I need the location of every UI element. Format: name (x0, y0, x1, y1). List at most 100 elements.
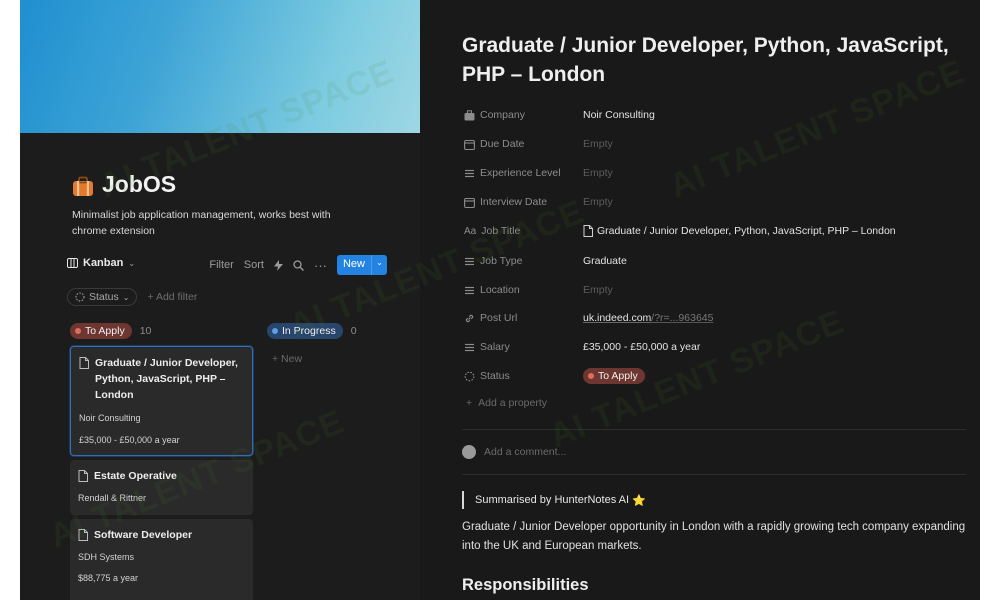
property-value[interactable]: Empty (583, 138, 613, 150)
property-value[interactable]: Graduate / Junior Developer, Python, Jav… (583, 225, 896, 237)
card-title-text: Graduate / Junior Developer, Python, Jav… (95, 357, 238, 401)
page-title: JobOS (102, 171, 177, 197)
text-icon: Aa (464, 225, 477, 237)
status-filter-chip[interactable]: Status ⌄ (67, 288, 138, 306)
section-heading: Responsibilities (462, 576, 589, 594)
view-label: Kanban (83, 257, 124, 269)
property-interview-date[interactable]: Interview Date Empty (464, 192, 934, 212)
list-icon (465, 343, 474, 351)
property-salary[interactable]: Salary £35,000 - £50,000 a year (464, 337, 934, 357)
card-salary: $88,775 a year (78, 573, 139, 583)
view-switcher[interactable]: Kanban ⌄ (67, 257, 135, 269)
comment-input[interactable]: Add a comment... (462, 445, 566, 459)
card-title: Software Developer (78, 527, 245, 543)
new-button-label: New (342, 258, 365, 270)
status-badge[interactable]: To Apply (583, 368, 645, 384)
card-salary: £35,000 - £50,000 a year (79, 435, 180, 445)
property-name: Job Type (480, 255, 523, 267)
summary-label: Summarised by HunterNotes AI (475, 494, 630, 506)
page-description: Minimalist job application management, w… (72, 209, 331, 237)
list-icon (465, 257, 474, 265)
property-name: Company (480, 109, 525, 121)
property-name: Location (480, 284, 520, 296)
avatar (462, 445, 476, 459)
property-value[interactable]: Empty (583, 196, 613, 208)
job-card[interactable]: Software Developer SDH Systems $88,775 a… (70, 519, 253, 600)
filter-button[interactable]: Filter (209, 259, 233, 271)
status-badge[interactable]: To Apply (70, 323, 132, 339)
property-experience-level[interactable]: Experience Level Empty (464, 163, 934, 183)
calendar-icon (464, 139, 475, 150)
property-post-url[interactable]: Post Url uk.indeed.com/?r=...963645 (464, 308, 934, 328)
property-value[interactable]: uk.indeed.com/?r=...963645 (583, 312, 713, 324)
property-value[interactable]: Noir Consulting (583, 109, 655, 121)
star-icon: ⭐ (632, 494, 646, 507)
property-value[interactable]: Graduate (583, 255, 627, 267)
column-label: To Apply (85, 325, 125, 337)
column-count: 10 (139, 325, 152, 337)
property-due-date[interactable]: Due Date Empty (464, 134, 934, 154)
property-name: Due Date (480, 138, 525, 150)
calendar-icon (464, 197, 475, 208)
divider (462, 429, 966, 430)
column-label: In Progress (282, 325, 336, 337)
status-dot (272, 328, 278, 334)
summary-text: Graduate / Junior Developer opportunity … (462, 521, 966, 552)
status-label: To Apply (598, 370, 638, 382)
property-status[interactable]: Status To Apply (464, 366, 934, 386)
status-filter-label: Status (89, 291, 119, 303)
add-filter-button[interactable]: + Add filter (147, 291, 197, 303)
page-icon (78, 529, 88, 541)
status-dot (75, 328, 81, 334)
view-bar: Kanban ⌄ Filter Sort ··· New ⌄ (67, 255, 387, 275)
board-toolbar: Filter Sort ··· New ⌄ (209, 255, 387, 275)
job-card[interactable]: Estate Operative Rendall & Rittner (70, 460, 253, 515)
property-name: Status (480, 370, 510, 382)
property-job-type[interactable]: Job Type Graduate (464, 251, 934, 271)
automation-bolt-icon[interactable] (273, 259, 283, 271)
list-icon (465, 286, 474, 294)
summary-callout: Summarised by HunterNotes AI ⭐ (462, 491, 646, 509)
detail-title[interactable]: Graduate / Junior Developer, Python, Jav… (462, 31, 972, 89)
column-header-to-apply: To Apply 10 (70, 323, 151, 339)
property-name: Interview Date (480, 196, 548, 208)
new-button[interactable]: New ⌄ (336, 255, 387, 275)
cover-image (20, 0, 420, 133)
property-job-title[interactable]: Aa Job Title Graduate / Junior Developer,… (464, 221, 934, 241)
list-icon (465, 169, 474, 177)
page-icon (78, 470, 88, 482)
status-badge[interactable]: In Progress (267, 323, 343, 339)
new-item-button[interactable]: + New (272, 353, 302, 365)
card-company: SDH Systems (78, 552, 135, 562)
card-company: Noir Consulting (79, 413, 141, 423)
add-property-button[interactable]: + Add a property (466, 397, 547, 409)
comment-placeholder: Add a comment... (484, 446, 567, 458)
property-company[interactable]: Company Noir Consulting (464, 105, 934, 125)
property-value[interactable]: £35,000 - £50,000 a year (583, 341, 700, 353)
chevron-down-icon[interactable]: ⌄ (371, 255, 387, 275)
briefcase-icon (464, 109, 475, 120)
card-title: Graduate / Junior Developer, Python, Jav… (79, 355, 244, 403)
property-name: Job Title (481, 225, 521, 237)
sort-button[interactable]: Sort (244, 259, 264, 271)
property-value[interactable]: Empty (583, 284, 613, 296)
job-title-link[interactable]: Graduate / Junior Developer, Python, Jav… (597, 225, 896, 237)
board-view-icon (67, 258, 78, 268)
url-link[interactable]: uk.indeed.com (583, 312, 651, 324)
status-icon (464, 371, 475, 381)
property-location[interactable]: Location Empty (464, 280, 934, 300)
search-icon[interactable] (293, 259, 304, 271)
page-icon (79, 357, 89, 369)
property-value[interactable]: Empty (583, 167, 613, 179)
chevron-down-icon: ⌄ (122, 292, 130, 302)
property-name: Post Url (480, 312, 518, 324)
card-title: Estate Operative (78, 468, 245, 484)
more-options-icon[interactable]: ··· (314, 258, 327, 273)
property-value[interactable]: To Apply (583, 368, 645, 384)
link-icon (465, 314, 474, 322)
card-title-text: Estate Operative (94, 470, 177, 482)
card-title-text: Software Developer (94, 529, 193, 541)
job-card[interactable]: Graduate / Junior Developer, Python, Jav… (70, 346, 253, 456)
url-link-rest[interactable]: /?r=...963645 (651, 312, 713, 324)
chevron-down-icon: ⌄ (128, 258, 136, 268)
